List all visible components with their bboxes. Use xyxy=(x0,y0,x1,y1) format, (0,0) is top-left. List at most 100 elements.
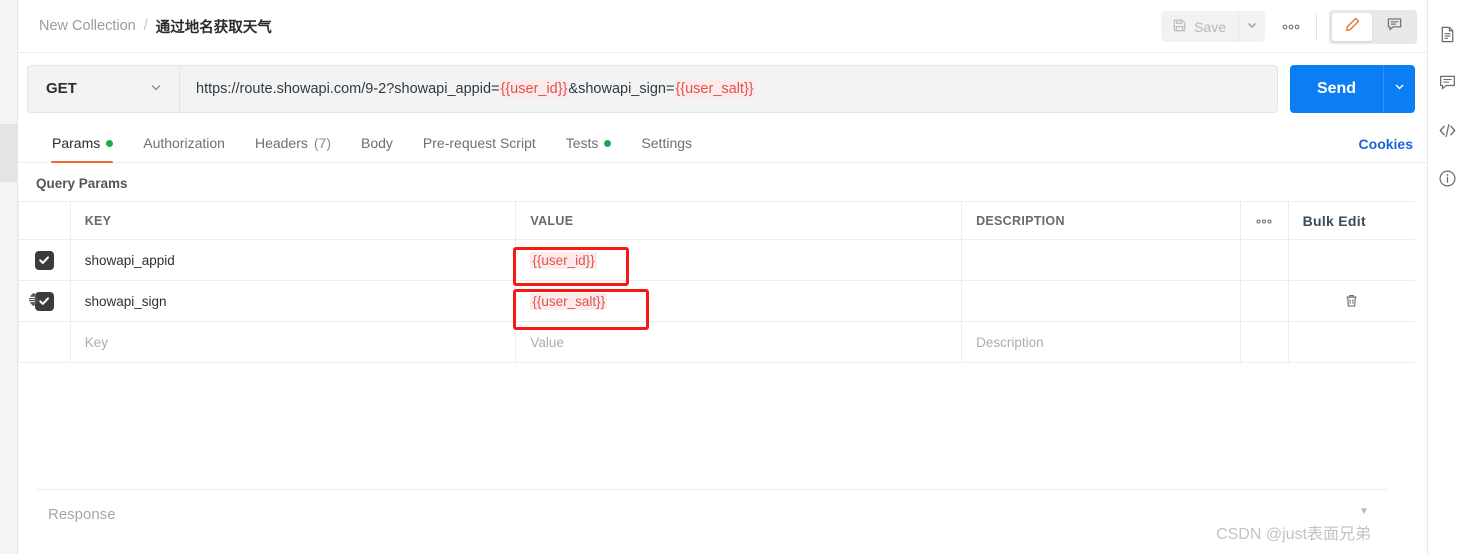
table-row: showapi_appid {{user_id}} xyxy=(19,240,1415,281)
header-cell-select xyxy=(19,202,71,239)
tab-label: Headers xyxy=(254,135,308,151)
header-divider xyxy=(1316,14,1317,39)
tab-label: Settings xyxy=(641,135,693,151)
comment-mode-button[interactable] xyxy=(1374,13,1414,41)
tab-tests[interactable]: Tests xyxy=(551,124,627,162)
response-label: Response xyxy=(48,506,116,523)
param-value-text: {{user_id}} xyxy=(530,251,597,269)
row-action-cell xyxy=(1289,240,1415,280)
edit-mode-button[interactable] xyxy=(1332,12,1372,41)
response-panel: Response ▼ CSDN @just表面兄弟 xyxy=(36,489,1387,554)
chevron-down-icon xyxy=(1246,18,1258,36)
header-actions: Save xyxy=(1161,0,1417,53)
row-spacer-cell xyxy=(1241,281,1289,321)
save-button[interactable]: Save xyxy=(1161,11,1238,42)
left-rail-active-indicator xyxy=(0,124,18,182)
param-description-input[interactable] xyxy=(962,240,1241,280)
url-text: https://route.showapi.com/9-2?showapi_ap… xyxy=(196,79,755,98)
tab-label: Pre-request Script xyxy=(422,135,536,151)
send-button[interactable]: Send xyxy=(1290,64,1383,113)
breadcrumb-separator: / xyxy=(143,18,148,34)
param-key-input[interactable]: Key xyxy=(71,322,517,362)
row-spacer-cell xyxy=(1241,322,1289,362)
tab-params[interactable]: Params xyxy=(36,124,128,163)
request-header: New Collection / 通过地名获取天气 Save xyxy=(18,0,1427,53)
param-description-input[interactable] xyxy=(962,281,1241,321)
table-header-row: KEY VALUE DESCRIPTION Bulk Edit xyxy=(19,202,1415,240)
row-select-cell xyxy=(19,322,71,362)
tab-status-dot xyxy=(106,139,114,147)
tab-headers[interactable]: Headers (7) xyxy=(240,124,346,162)
bulk-edit-button[interactable]: Bulk Edit xyxy=(1303,213,1366,229)
right-sidebar xyxy=(1427,0,1467,554)
tab-label: Tests xyxy=(565,135,599,151)
tab-label: Authorization xyxy=(143,135,225,151)
url-segment-0: https://route.showapi.com/9-2?showapi_ap… xyxy=(196,80,500,97)
delete-row-icon[interactable] xyxy=(1303,293,1401,309)
http-method-select[interactable]: GET xyxy=(28,65,180,112)
request-tabs: Params Authorization Headers (7) Body Pre-req… xyxy=(18,124,1427,163)
param-value-input[interactable]: Value xyxy=(516,322,963,362)
url-input[interactable]: https://route.showapi.com/9-2?showapi_ap… xyxy=(180,66,1277,112)
main-column: New Collection / 通过地名获取天气 Save GET https… xyxy=(18,0,1427,554)
tab-authorization[interactable]: Authorization xyxy=(128,124,240,162)
param-key-text: showapi_appid xyxy=(84,252,175,268)
query-params-table: KEY VALUE DESCRIPTION Bulk Edit showapi_… xyxy=(18,201,1415,363)
triangle-down-icon[interactable]: ▼ xyxy=(1359,506,1369,517)
ellipsis-icon xyxy=(1255,214,1273,228)
table-body: showapi_appid {{user_id}} showapi_sign {{us… xyxy=(19,240,1415,363)
param-value-input[interactable]: {{user_id}} xyxy=(516,240,963,280)
comment-icon[interactable] xyxy=(1430,58,1466,106)
watermark: CSDN @just表面兄弟 xyxy=(1216,526,1371,543)
param-value-text: {{user_salt}} xyxy=(530,292,608,310)
param-key-text: Key xyxy=(84,334,108,350)
row-select-cell xyxy=(19,240,71,280)
param-description-input[interactable]: Description xyxy=(962,322,1241,362)
row-spacer-cell xyxy=(1241,240,1289,280)
cookies-link[interactable]: Cookies xyxy=(1359,136,1413,152)
document-icon[interactable] xyxy=(1430,10,1466,58)
save-button-group: Save xyxy=(1161,11,1265,42)
left-rail xyxy=(0,0,18,554)
param-key-text: showapi_sign xyxy=(84,293,167,309)
url-variable-3: {{user_salt}} xyxy=(674,79,755,98)
row-action-cell xyxy=(1289,281,1415,321)
breadcrumb-collection[interactable]: New Collection xyxy=(39,18,136,34)
row-checkbox[interactable] xyxy=(34,250,54,270)
drag-handle-icon[interactable] xyxy=(27,292,40,310)
tab-pre-request-script[interactable]: Pre-request Script xyxy=(408,124,551,162)
header-cell-key: KEY xyxy=(71,202,517,239)
tab-count: (7) xyxy=(313,135,331,151)
query-params-title: Query Params xyxy=(36,176,128,191)
header-cell-value: VALUE xyxy=(516,202,963,239)
row-action-cell xyxy=(1289,322,1415,362)
method-url-group: GET https://route.showapi.com/9-2?showap… xyxy=(27,64,1278,113)
tab-label: Body xyxy=(361,135,393,151)
param-key-input[interactable]: showapi_appid xyxy=(71,240,517,280)
floppy-disk-icon xyxy=(1172,18,1187,36)
chevron-down-icon xyxy=(1393,80,1406,98)
info-circle-icon[interactable] xyxy=(1430,154,1466,202)
table-settings-button[interactable] xyxy=(1241,202,1289,239)
param-value-text: Value xyxy=(530,334,564,350)
tab-body[interactable]: Body xyxy=(346,124,408,162)
postman-request-window: New Collection / 通过地名获取天气 Save GET https… xyxy=(0,0,1467,554)
chevron-down-icon xyxy=(149,80,163,98)
table-row: showapi_sign {{user_salt}} xyxy=(19,281,1415,322)
row-select-cell xyxy=(19,281,71,321)
comment-icon xyxy=(1386,16,1403,38)
code-icon[interactable] xyxy=(1430,106,1466,154)
tab-settings[interactable]: Settings xyxy=(626,124,707,162)
header-cell-description: DESCRIPTION xyxy=(962,202,1241,239)
save-dropdown-button[interactable] xyxy=(1238,11,1265,42)
url-variable-1: {{user_id}} xyxy=(499,79,569,98)
send-button-group: Send xyxy=(1290,64,1415,113)
send-dropdown-button[interactable] xyxy=(1383,64,1415,113)
request-more-menu-button[interactable] xyxy=(1274,11,1308,42)
param-description-text: Description xyxy=(976,334,1044,350)
pencil-icon xyxy=(1344,16,1361,38)
param-key-input[interactable]: showapi_sign xyxy=(71,281,517,321)
param-value-input[interactable]: {{user_salt}} xyxy=(516,281,963,321)
bulk-edit-cell: Bulk Edit xyxy=(1289,202,1415,239)
breadcrumb-current-request[interactable]: 通过地名获取天气 xyxy=(156,16,272,37)
